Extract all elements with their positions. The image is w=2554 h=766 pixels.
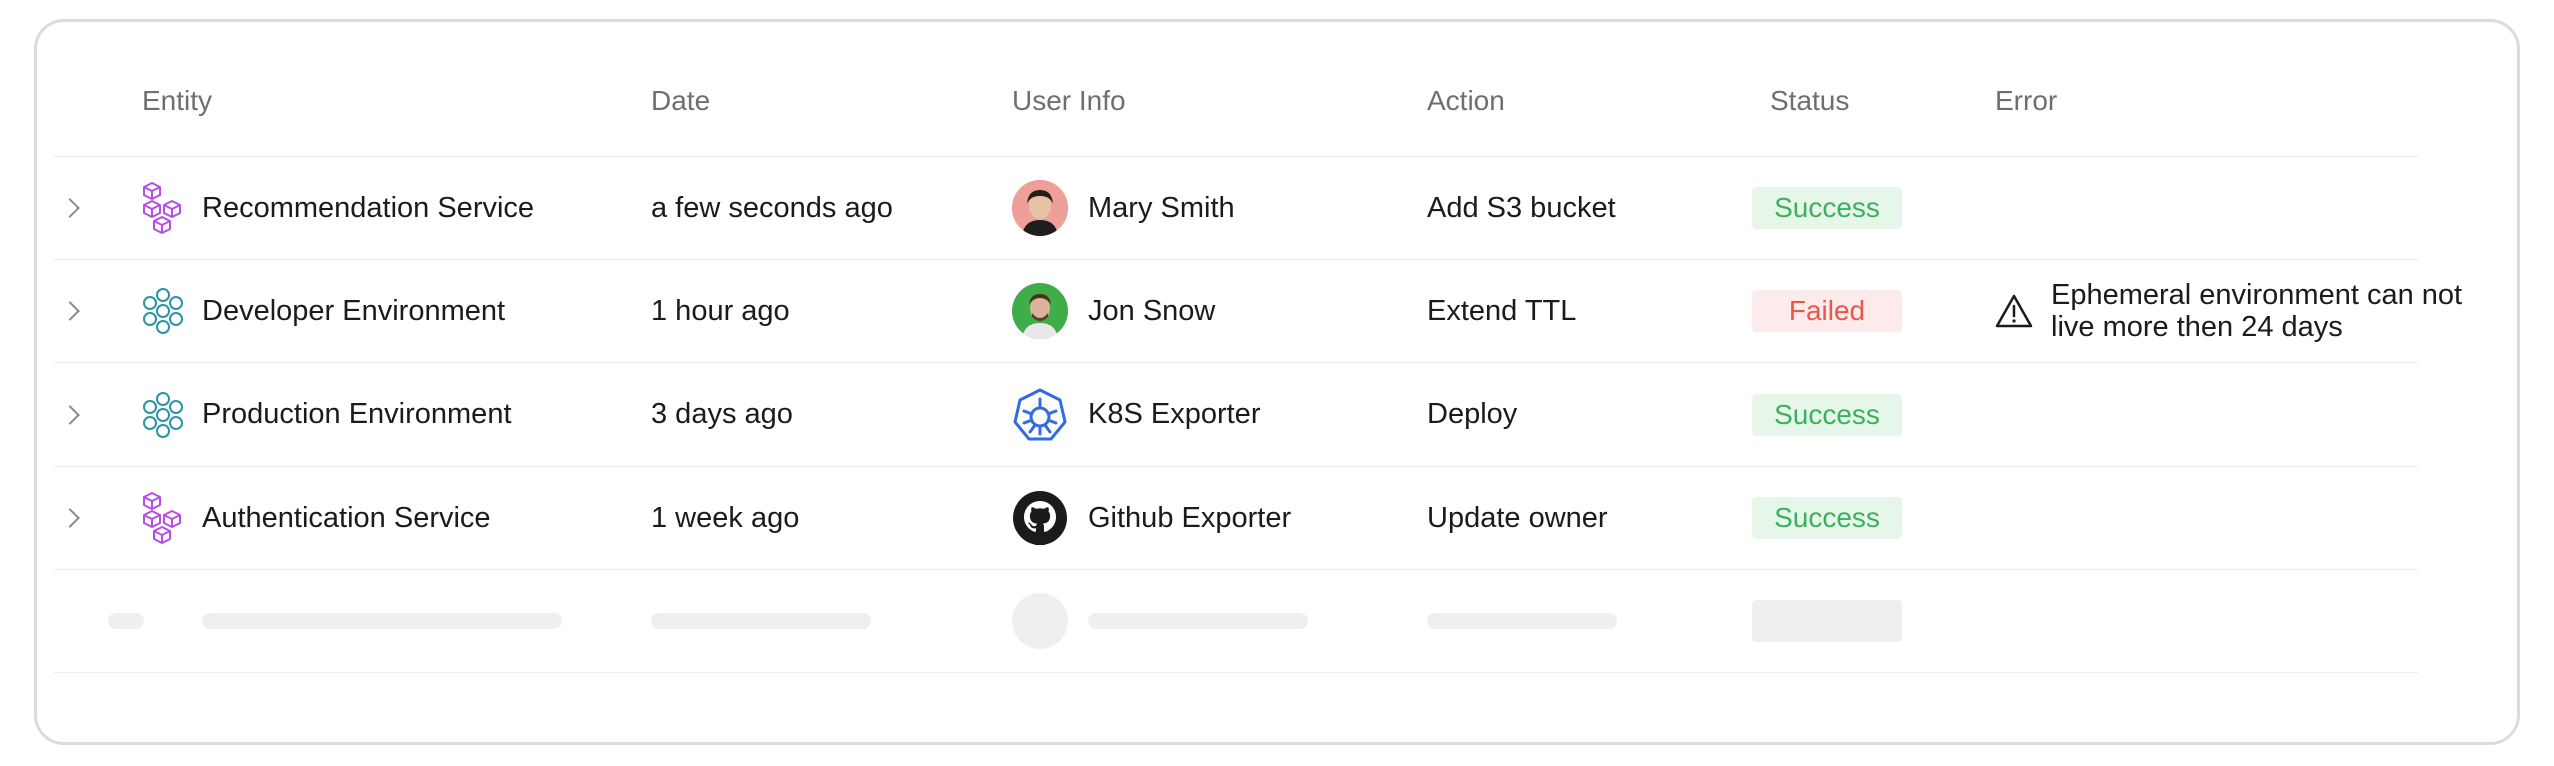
user-name: Mary Smith <box>1088 191 1235 224</box>
user-info-cell: Jon Snow <box>1012 260 1215 362</box>
column-header-status[interactable]: Status <box>1770 38 1849 160</box>
status-cell: Success <box>1752 363 1902 466</box>
error-message: Ephemeral environment can not live more … <box>1995 279 2471 343</box>
entity-name: Authentication Service <box>202 501 491 534</box>
audit-log-table: Entity Date User Info Action Status Erro… <box>54 38 2462 673</box>
warning-icon <box>1995 294 2033 328</box>
error-cell: Ephemeral environment can not live more … <box>1995 260 2471 362</box>
chevron-right-icon <box>60 301 80 321</box>
date-cell: 1 hour ago <box>651 294 790 327</box>
entity-cell[interactable]: Production Environment <box>142 363 512 466</box>
user-avatar-photo <box>1012 180 1068 236</box>
entity-cell[interactable]: Recommendation Service <box>142 157 534 259</box>
user-avatar-photo <box>1012 283 1068 339</box>
user-name: Jon Snow <box>1088 294 1216 327</box>
column-header-action[interactable]: Action <box>1427 38 1505 160</box>
column-header-error[interactable]: Error <box>1995 38 2057 160</box>
status-badge: Success <box>1752 187 1902 229</box>
table-row[interactable]: Production Environment 3 days ago K8S Ex… <box>54 363 2418 467</box>
skeleton-user <box>1088 613 1308 629</box>
chevron-right-icon <box>60 198 80 218</box>
user-info-cell: Mary Smith <box>1012 157 1235 259</box>
column-header-date[interactable]: Date <box>651 38 710 160</box>
environment-hexagons-icon <box>143 288 183 334</box>
date-cell: 1 week ago <box>651 501 800 534</box>
user-name: K8S Exporter <box>1088 398 1261 430</box>
status-badge: Success <box>1752 393 1902 436</box>
table-row[interactable]: Authentication Service 1 week ago Github… <box>54 467 2418 570</box>
skeleton-status <box>1752 600 1902 642</box>
chevron-right-icon <box>60 508 80 528</box>
environment-hexagons-icon <box>143 391 183 438</box>
user-name: Github Exporter <box>1088 501 1292 534</box>
status-cell: Success <box>1752 467 1902 569</box>
status-badge: Failed <box>1752 290 1902 332</box>
entity-name: Production Environment <box>202 398 512 430</box>
date-cell: 3 days ago <box>651 398 793 430</box>
error-text: Ephemeral environment can not live more … <box>2051 279 2463 343</box>
table-row[interactable]: Recommendation Service a few seconds ago… <box>54 157 2418 260</box>
kubernetes-icon <box>1012 387 1068 443</box>
status-cell: Success <box>1752 157 1902 259</box>
entity-name: Developer Environment <box>202 294 506 327</box>
date-cell: a few seconds ago <box>651 191 893 224</box>
entity-name: Recommendation Service <box>202 191 535 224</box>
skeleton-date <box>651 613 871 629</box>
loading-skeleton-row <box>54 570 2418 673</box>
column-header-entity[interactable]: Entity <box>142 38 212 160</box>
user-info-cell: Github Exporter <box>1012 467 1291 569</box>
expand-row-button[interactable] <box>54 260 94 362</box>
service-cubes-icon <box>143 182 181 234</box>
user-info-cell: K8S Exporter <box>1012 363 1260 466</box>
action-cell: Update owner <box>1427 501 1608 534</box>
entity-cell[interactable]: Developer Environment <box>142 260 505 362</box>
status-cell: Failed <box>1752 260 1902 362</box>
service-cubes-icon <box>143 492 181 544</box>
table-header-row: Entity Date User Info Action Status Erro… <box>54 38 2418 157</box>
table-row[interactable]: Developer Environment 1 hour ago Jon Sno… <box>54 260 2462 363</box>
expand-row-button[interactable] <box>54 157 94 259</box>
chevron-right-icon <box>60 404 80 425</box>
column-header-user-info[interactable]: User Info <box>1012 38 1126 160</box>
action-cell: Add S3 bucket <box>1427 191 1616 224</box>
skeleton-entity <box>202 613 562 629</box>
status-badge: Success <box>1752 497 1902 539</box>
expand-row-button[interactable] <box>54 467 94 569</box>
expand-row-button[interactable] <box>54 363 94 466</box>
skeleton-action <box>1427 613 1617 629</box>
skeleton-avatar <box>1012 593 1068 649</box>
action-cell: Deploy <box>1427 398 1518 430</box>
entity-cell[interactable]: Authentication Service <box>142 467 491 569</box>
skeleton-chevron <box>108 613 144 629</box>
github-icon <box>1012 490 1068 546</box>
action-cell: Extend TTL <box>1427 294 1577 327</box>
